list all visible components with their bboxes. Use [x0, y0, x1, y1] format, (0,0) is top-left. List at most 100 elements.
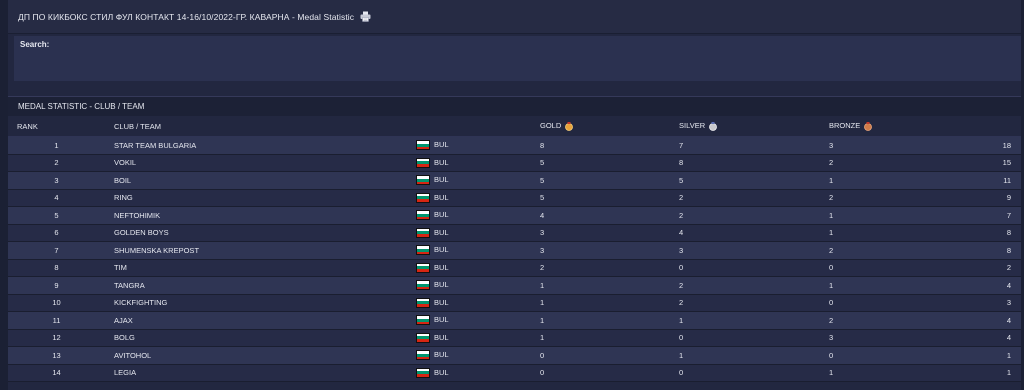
- silver-count-cell: 0: [670, 329, 820, 347]
- table-row[interactable]: 11 AJAX BUL 1 1 2 4: [8, 311, 1021, 330]
- total-count-cell: 18: [973, 136, 1021, 155]
- total-count-cell: 8: [973, 224, 1021, 242]
- column-header-club[interactable]: CLUB / TEAM: [105, 116, 407, 137]
- total-count-cell: 2: [973, 259, 1021, 277]
- country-cell: BUL: [407, 171, 531, 190]
- total-count-cell: 9: [973, 189, 1021, 207]
- country-code: BUL: [434, 315, 449, 325]
- gold-count-cell: 3: [531, 241, 670, 260]
- total-count-cell: 15: [973, 154, 1021, 172]
- rank-cell: 2: [8, 154, 105, 172]
- club-cell[interactable]: STAR TEAM BULGARIA: [105, 136, 407, 155]
- column-header-gold[interactable]: GOLD: [531, 116, 670, 137]
- bronze-count-cell: 2: [820, 311, 973, 330]
- club-cell[interactable]: KICKFIGHTING: [105, 294, 407, 312]
- table-row[interactable]: 7 SHUMENSKA KREPOST BUL 3 3 2 8: [8, 241, 1021, 260]
- silver-count-cell: 4: [670, 224, 820, 242]
- left-gutter: [0, 0, 8, 390]
- silver-count-cell: 3: [670, 241, 820, 260]
- page-title: ДП ПО КИКБОКС СТИЛ ФУЛ КОНТАКТ 14-16/10/…: [18, 11, 355, 22]
- gold-medal-icon: [565, 121, 574, 131]
- table-row[interactable]: 13 AVITOHOL BUL 0 1 0 1: [8, 346, 1021, 365]
- club-cell[interactable]: VOKIL: [105, 154, 407, 172]
- bronze-count-cell: 0: [820, 259, 973, 277]
- page: ДП ПО КИКБОКС СТИЛ ФУЛ КОНТАКТ 14-16/10/…: [0, 0, 1024, 390]
- country-code: BUL: [434, 210, 449, 220]
- country-code: BUL: [434, 227, 449, 237]
- gold-count-cell: 5: [531, 171, 670, 190]
- table-row[interactable]: 14 LEGIA BUL 0 0 1 1: [8, 364, 1021, 382]
- table-row[interactable]: 10 KICKFIGHTING BUL 1 2 0 3: [8, 294, 1021, 312]
- gold-count-cell: 2: [531, 259, 670, 277]
- country-cell: BUL: [407, 311, 531, 330]
- club-cell[interactable]: TANGRA: [105, 276, 407, 295]
- table-row[interactable]: 8 TIM BUL 2 0 0 2: [8, 259, 1021, 277]
- table-row[interactable]: 12 BOLG BUL 1 0 3 4: [8, 329, 1021, 347]
- bulgaria-flag-icon: [416, 227, 430, 238]
- table-row[interactable]: 3 BOIL BUL 5 5 1 11: [8, 171, 1021, 190]
- table-row[interactable]: 6 GOLDEN BOYS BUL 3 4 1 8: [8, 224, 1021, 242]
- table-row[interactable]: 1 STAR TEAM BULGARIA BUL 8 7 3 18: [8, 136, 1021, 155]
- gold-count-cell: 5: [531, 154, 670, 172]
- silver-label: SILVER: [679, 121, 706, 131]
- printer-icon[interactable]: [360, 11, 371, 22]
- bronze-count-cell: 0: [820, 294, 973, 312]
- country-code: BUL: [434, 192, 449, 202]
- silver-count-cell: 1: [670, 311, 820, 330]
- bulgaria-flag-icon: [416, 297, 430, 308]
- country-cell: BUL: [407, 346, 531, 365]
- gold-count-cell: 4: [531, 206, 670, 225]
- column-header-total: [973, 116, 1021, 137]
- bulgaria-flag-icon: [416, 157, 430, 168]
- bronze-count-cell: 3: [820, 329, 973, 347]
- silver-count-cell: 5: [670, 171, 820, 190]
- gold-count-cell: 1: [531, 276, 670, 295]
- country-code: BUL: [434, 140, 449, 150]
- bulgaria-flag-icon: [416, 245, 430, 256]
- bronze-count-cell: 1: [820, 364, 973, 382]
- table-row[interactable]: 2 VOKIL BUL 5 8 2 15: [8, 154, 1021, 172]
- column-header-bronze[interactable]: BRONZE: [820, 116, 973, 137]
- total-count-cell: 1: [973, 364, 1021, 382]
- country-code: BUL: [434, 280, 449, 290]
- total-count-cell: 11: [973, 171, 1021, 190]
- gold-count-cell: 0: [531, 346, 670, 365]
- bronze-count-cell: 1: [820, 224, 973, 242]
- silver-count-cell: 0: [670, 364, 820, 382]
- bronze-count-cell: 3: [820, 136, 973, 155]
- club-cell[interactable]: AJAX: [105, 311, 407, 330]
- column-header-silver[interactable]: SILVER: [670, 116, 820, 137]
- club-cell[interactable]: RING: [105, 189, 407, 207]
- country-code: BUL: [434, 297, 449, 307]
- bulgaria-flag-icon: [416, 192, 430, 203]
- club-cell[interactable]: BOLG: [105, 329, 407, 347]
- silver-count-cell: 2: [670, 189, 820, 207]
- country-code: BUL: [434, 332, 449, 342]
- gold-count-cell: 5: [531, 189, 670, 207]
- rank-cell: 4: [8, 189, 105, 207]
- club-cell[interactable]: GOLDEN BOYS: [105, 224, 407, 242]
- club-cell[interactable]: NEFTOHIMIK: [105, 206, 407, 225]
- total-count-cell: 1: [973, 346, 1021, 365]
- bronze-count-cell: 1: [820, 206, 973, 225]
- rank-cell: 5: [8, 206, 105, 225]
- total-count-cell: 4: [973, 329, 1021, 347]
- table-row[interactable]: 4 RING BUL 5 2 2 9: [8, 189, 1021, 207]
- country-code: BUL: [434, 350, 449, 360]
- rank-cell: 8: [8, 259, 105, 277]
- club-cell[interactable]: BOIL: [105, 171, 407, 190]
- column-header-rank[interactable]: RANK: [8, 116, 105, 137]
- club-cell[interactable]: SHUMENSKA KREPOST: [105, 241, 407, 260]
- table-row[interactable]: 9 TANGRA BUL 1 2 1 4: [8, 276, 1021, 295]
- medal-table: RANK CLUB / TEAM GOLD SILVER BRONZE 1 ST…: [8, 116, 1021, 382]
- club-cell[interactable]: TIM: [105, 259, 407, 277]
- title-bar: ДП ПО КИКБОКС СТИЛ ФУЛ КОНТАКТ 14-16/10/…: [8, 0, 1021, 34]
- country-cell: BUL: [407, 136, 531, 155]
- club-cell[interactable]: LEGIA: [105, 364, 407, 382]
- country-code: BUL: [434, 262, 449, 272]
- bulgaria-flag-icon: [416, 280, 430, 291]
- bronze-label: BRONZE: [829, 121, 861, 131]
- total-count-cell: 4: [973, 311, 1021, 330]
- table-row[interactable]: 5 NEFTOHIMIK BUL 4 2 1 7: [8, 206, 1021, 225]
- club-cell[interactable]: AVITOHOL: [105, 346, 407, 365]
